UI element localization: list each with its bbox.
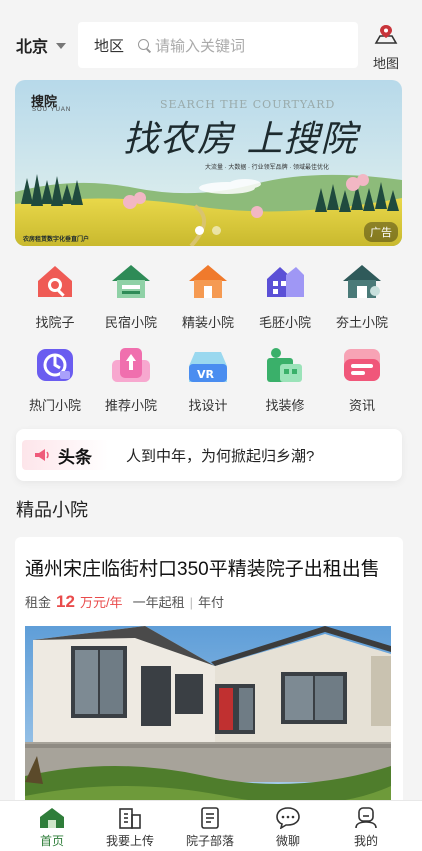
nav-label: 我的 bbox=[353, 834, 378, 848]
category-item-homestay[interactable]: 民宿小院 bbox=[93, 261, 169, 331]
nav-label: 我要上传 bbox=[105, 834, 154, 848]
category-item-news[interactable]: 资讯 bbox=[324, 344, 400, 414]
nav-mine[interactable]: 我的 bbox=[326, 807, 406, 849]
carousel-dot-2[interactable] bbox=[212, 226, 221, 235]
category-label: 找院子 bbox=[35, 315, 75, 330]
nav-home[interactable]: 首页 bbox=[12, 807, 92, 849]
promo-banner[interactable]: 搜院 SOU YUAN SEARCH THE COURTYARD 找农房 上搜院… bbox=[15, 80, 402, 246]
raw-house-icon bbox=[267, 267, 304, 297]
fine-house-icon bbox=[189, 265, 227, 298]
category-item-renovation[interactable]: 找装修 bbox=[247, 344, 323, 414]
listing-title[interactable]: 通州宋庄临街村口350平精装院子出租出售 bbox=[25, 554, 387, 581]
category-label: 资讯 bbox=[348, 398, 375, 413]
category-label: 夯土小院 bbox=[335, 315, 388, 330]
user-icon bbox=[355, 807, 377, 829]
listing-photo[interactable] bbox=[25, 626, 391, 827]
banner-slogan: 找农房 上搜院 bbox=[123, 119, 358, 160]
category-label: 找设计 bbox=[188, 398, 228, 413]
region-filter[interactable]: 地区 bbox=[94, 35, 124, 56]
map-label: 地图 bbox=[372, 56, 399, 71]
banner-footnote: 农房租赁数字化垂直门户 bbox=[23, 237, 90, 243]
headline-text[interactable]: 人到中年，为何掀起归乡潮? bbox=[126, 445, 314, 466]
listing-meta: 租金 12 万元/年 一年起租 | 年付 bbox=[25, 592, 224, 612]
category-item-recommend[interactable]: 推荐小院 bbox=[93, 344, 169, 414]
nav-tribe[interactable]: 院子部落 bbox=[170, 807, 250, 849]
category-item-design[interactable]: VR 找设计 bbox=[170, 344, 246, 414]
category-label: 精装小院 bbox=[181, 315, 234, 330]
listing-payment: 年付 bbox=[197, 595, 224, 610]
megaphone-icon bbox=[35, 449, 49, 461]
search-bar[interactable]: 地区 请输入关键词 bbox=[78, 22, 358, 68]
nav-upload[interactable]: 我要上传 bbox=[90, 807, 170, 849]
earth-house-icon bbox=[343, 265, 381, 298]
bottom-nav: 首页 我要上传 院子部落 微聊 我的 bbox=[0, 800, 422, 851]
meta-separator: | bbox=[189, 595, 193, 610]
chat-icon bbox=[276, 807, 300, 829]
banner-tagline: 大流量 · 大数据 · 行业领军品牌 · 领域最佳优化 bbox=[205, 165, 329, 171]
category-item-raw-yard[interactable]: 毛胚小院 bbox=[247, 261, 323, 331]
renovation-icon bbox=[267, 348, 302, 382]
hot-courtyard-icon bbox=[37, 349, 73, 381]
category-item-find-yard[interactable]: 找院子 bbox=[17, 261, 93, 331]
news-icon bbox=[344, 349, 380, 381]
chevron-down-icon bbox=[56, 43, 67, 49]
nav-label: 微聊 bbox=[275, 834, 300, 848]
recommend-icon bbox=[112, 348, 150, 382]
headline-tag-label: 头条 bbox=[58, 447, 92, 467]
vr-design-icon: VR bbox=[189, 352, 227, 382]
search-input[interactable]: 请输入关键词 bbox=[155, 35, 245, 56]
svg-text:VR: VR bbox=[197, 368, 215, 381]
city-selector[interactable]: 北京 bbox=[16, 33, 67, 57]
banner-brand-sub: SOU YUAN bbox=[32, 107, 72, 113]
top-bar: 北京 地区 请输入关键词 地图 bbox=[0, 0, 422, 78]
category-item-hot-yard[interactable]: 热门小院 bbox=[17, 344, 93, 414]
city-name: 北京 bbox=[16, 39, 49, 56]
courtyard-photo bbox=[25, 626, 391, 827]
listing-card[interactable]: 通州宋庄临街村口350平精装院子出租出售 租金 12 万元/年 一年起租 | 年… bbox=[15, 537, 403, 827]
section-title: 精品小院 bbox=[16, 500, 88, 520]
nav-label: 首页 bbox=[39, 834, 64, 848]
category-label: 民宿小院 bbox=[104, 315, 157, 330]
map-button[interactable]: 地图 bbox=[368, 24, 404, 72]
category-label: 推荐小院 bbox=[104, 398, 157, 413]
category-label: 找装修 bbox=[265, 398, 305, 413]
listing-price: 12 bbox=[56, 592, 75, 611]
listing-term: 一年起租 bbox=[132, 595, 185, 610]
category-label: 毛胚小院 bbox=[258, 315, 311, 330]
map-pin-icon bbox=[374, 25, 398, 44]
headline-ticker[interactable]: 头条 人到中年，为何掀起归乡潮? bbox=[16, 429, 402, 481]
nav-label: 院子部落 bbox=[185, 834, 234, 848]
building-upload-icon bbox=[119, 808, 141, 829]
nav-chat[interactable]: 微聊 bbox=[248, 807, 328, 849]
carousel-dot-1[interactable] bbox=[195, 226, 204, 235]
search-icon bbox=[138, 38, 151, 52]
ad-badge: 广告 bbox=[364, 222, 398, 242]
category-item-earth-yard[interactable]: 夯土小院 bbox=[324, 261, 400, 331]
document-icon bbox=[201, 807, 219, 829]
homestay-icon bbox=[112, 265, 150, 298]
house-search-icon bbox=[38, 266, 72, 297]
category-item-fine-yard[interactable]: 精装小院 bbox=[170, 261, 246, 331]
category-label: 热门小院 bbox=[28, 398, 81, 413]
carousel-indicator[interactable] bbox=[195, 226, 221, 235]
headline-tag: 头条 bbox=[22, 440, 108, 470]
rent-label: 租金 bbox=[25, 595, 52, 610]
listing-price-unit: 万元/年 bbox=[79, 595, 123, 610]
home-icon bbox=[40, 808, 64, 828]
